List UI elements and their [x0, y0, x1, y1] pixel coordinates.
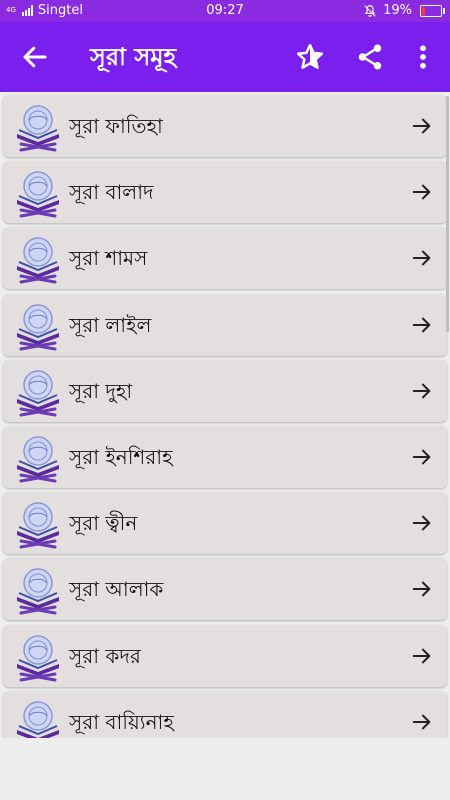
list-item[interactable]: সূরা ফাতিহা — [3, 95, 447, 157]
star-icon[interactable] — [295, 42, 325, 72]
quran-icon — [15, 499, 61, 549]
bell-muted-icon — [364, 4, 376, 17]
arrow-right-icon[interactable] — [411, 115, 433, 137]
surah-list: সূরা ফাতিহা সূরা বালাদ সূরা শামস সূরা লা… — [0, 92, 450, 738]
quran-icon — [15, 698, 61, 738]
back-arrow-icon[interactable] — [20, 42, 50, 72]
quran-icon — [15, 632, 61, 682]
quran-icon — [15, 301, 61, 351]
list-item[interactable]: সূরা ইনশিরাহ — [3, 426, 447, 488]
list-item-label: সূরা শামস — [69, 246, 148, 271]
list-item[interactable]: সূরা বায়্যিনাহ — [3, 690, 447, 738]
list-item[interactable]: সূরা শামস — [3, 227, 447, 290]
arrow-right-icon[interactable] — [411, 380, 433, 402]
quran-icon — [15, 367, 61, 417]
share-icon[interactable] — [355, 42, 385, 72]
list-item[interactable]: সূরা দুহা — [3, 359, 447, 422]
arrow-right-icon[interactable] — [411, 314, 433, 336]
battery-fill — [422, 6, 425, 15]
quran-icon — [15, 102, 61, 152]
list-item[interactable]: সূরা ত্বীন — [3, 492, 447, 555]
more-vert-icon[interactable] — [408, 42, 438, 72]
arrow-right-icon[interactable] — [411, 711, 433, 733]
list-item[interactable]: সূরা কদর — [3, 624, 447, 687]
list-item[interactable]: সূরা আলাক — [3, 558, 447, 621]
arrow-right-icon[interactable] — [411, 645, 433, 667]
app-bar: সূরা সমূহ — [0, 22, 450, 92]
quran-icon — [15, 168, 61, 218]
page-title: সূরা সমূহ — [90, 43, 177, 71]
list-item-label: সূরা ফাতিহা — [69, 114, 163, 138]
list-item[interactable]: সূরা লাইল — [3, 293, 447, 356]
list-item-label: সূরা বালাদ — [69, 180, 154, 205]
battery-icon — [420, 4, 445, 17]
list-item-label: সূরা আলাক — [69, 577, 164, 602]
quran-icon — [15, 565, 61, 615]
arrow-right-icon[interactable] — [411, 181, 433, 203]
quran-icon — [15, 234, 61, 284]
list-item-label: সূরা ইনশিরাহ — [69, 445, 173, 469]
quran-icon — [15, 433, 61, 483]
arrow-right-icon[interactable] — [411, 578, 433, 600]
list-item[interactable]: সূরা বালাদ — [3, 161, 447, 224]
status-bar: 4G Singtel 09:27 19% — [0, 0, 450, 22]
arrow-right-icon[interactable] — [411, 247, 433, 269]
list-item-label: সূরা কদর — [69, 643, 141, 668]
bottom-area — [0, 738, 450, 800]
list-item-label: সূরা লাইল — [69, 312, 152, 337]
arrow-right-icon[interactable] — [411, 512, 433, 534]
list-item-label: সূরা বায়্যিনাহ — [69, 709, 174, 734]
arrow-right-icon[interactable] — [411, 446, 433, 468]
list-item-label: সূরা ত্বীন — [69, 511, 138, 536]
status-right: 19% — [363, 3, 445, 18]
list-item-label: সূরা দুহা — [69, 378, 133, 403]
scrollbar[interactable] — [446, 96, 449, 332]
battery-percent: 19% — [383, 3, 412, 18]
